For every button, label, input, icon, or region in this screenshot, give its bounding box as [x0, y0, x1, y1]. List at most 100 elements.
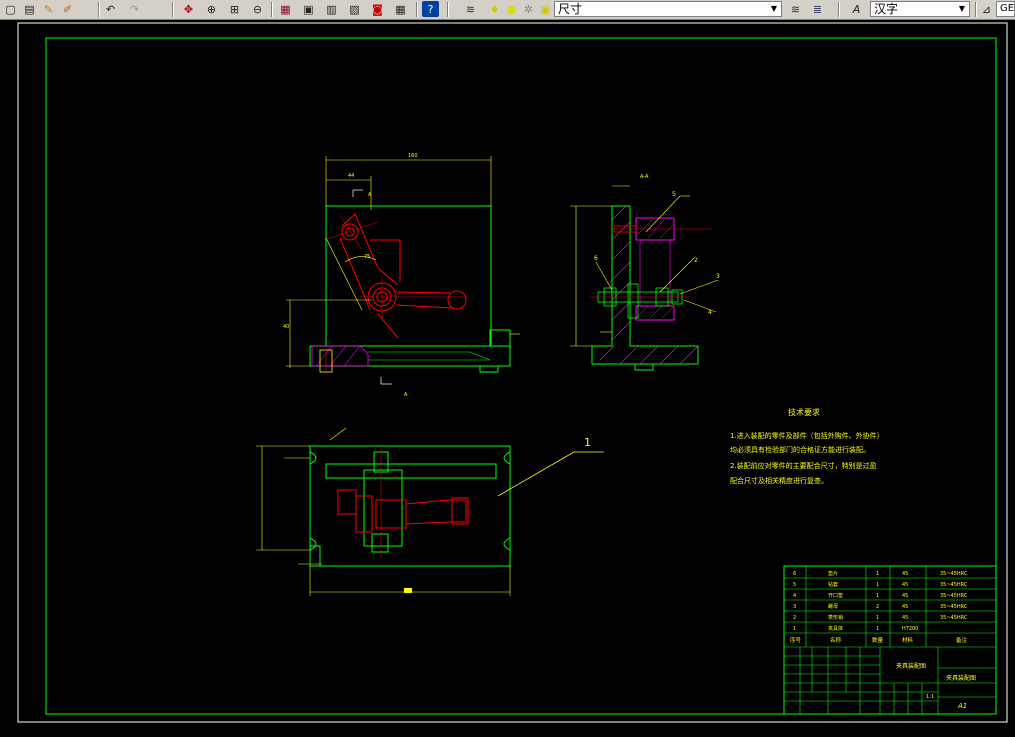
match-properties-icon[interactable]: ✐	[59, 1, 76, 17]
section-label-bottom: A	[404, 392, 408, 398]
pencil-icon[interactable]: ✎	[40, 1, 57, 17]
title-block: 6 垫片 1 45 35~45HRC 5 钻套 1 45 35~45HRC 4 开口垫 1 45 35~45…	[783, 565, 997, 715]
bom-cell-note: 35~45HRC	[940, 582, 968, 588]
part-callout-2: 2	[694, 257, 698, 264]
bom-cell-no: 2	[793, 615, 796, 621]
bom-cell-note: 35~45HRC	[940, 615, 968, 621]
tech-line-1: 1.进入装配的零件及部件（包括外购件、外协件）	[730, 431, 884, 440]
bom-cell-no: 6	[793, 571, 796, 577]
bom-cell-qty: 1	[876, 582, 879, 588]
sheet-size: A1	[957, 702, 967, 710]
bom-cell-name: 菱形销	[828, 614, 843, 621]
bom-cell-mat: HT200	[902, 626, 918, 632]
chevron-down-icon[interactable]: ▼	[768, 3, 780, 15]
dim-style-combo[interactable]: GE	[996, 1, 1015, 17]
tech-line-2: 均必须具有检验部门的合格证方能进行装配。	[730, 445, 870, 454]
dim-width-top: 160	[408, 153, 418, 159]
bom-header-note: 备注	[956, 636, 968, 644]
bom-cell-name: 垫片	[828, 570, 838, 577]
part-callout-5: 5	[672, 191, 676, 198]
drawing-title: 夹具装配图	[946, 674, 976, 682]
section-label-top: A	[368, 192, 372, 198]
layer-manager-icon[interactable]: ≋	[462, 1, 479, 17]
dim-r-left: 40	[283, 324, 289, 330]
inner-frame	[45, 37, 997, 715]
bom-cell-name: 开口垫	[828, 592, 843, 599]
markup-icon[interactable]: ◙	[369, 1, 386, 17]
bom-header-no: 序号	[790, 636, 802, 644]
layer-combo[interactable]: 尺寸 ▼	[554, 1, 782, 17]
design-center-icon[interactable]: ▣	[300, 1, 317, 17]
part-callout-3: 3	[716, 273, 720, 280]
tool-palette-icon[interactable]: ▥	[323, 1, 340, 17]
calculator-icon[interactable]: ▦	[392, 1, 409, 17]
layer-previous-icon[interactable]: ≋	[787, 1, 804, 17]
bom-cell-no: 3	[793, 604, 796, 610]
help-icon[interactable]: ?	[422, 1, 439, 17]
bom-cell-no: 4	[793, 593, 796, 599]
side-view: A-A 5 6 2 3 4	[570, 174, 720, 371]
tech-line-4: 配合尺寸及相关精度进行复查。	[730, 476, 828, 485]
bom-cell-mat: 45	[902, 615, 908, 621]
drawing-canvas[interactable]: 160 44 A 40 75 A A-A 5 6 2 3 4 1 技术要求 1.…	[0, 20, 1015, 737]
layer-state-icon[interactable]: ≣	[809, 1, 826, 17]
chevron-down-icon[interactable]: ▼	[956, 3, 968, 15]
bom-cell-mat: 45	[902, 604, 908, 610]
zoom-previous-icon[interactable]: ⊖	[249, 1, 266, 17]
bom-cell-qty: 1	[876, 593, 879, 599]
bom-cell-note: 35~45HRC	[940, 604, 968, 610]
text-style-icon[interactable]: A	[848, 1, 865, 17]
bulb-icon[interactable]: ♦	[486, 1, 503, 17]
tech-title: 技术要求	[788, 407, 820, 417]
zoom-window-icon[interactable]: ⊞	[226, 1, 243, 17]
pan-icon[interactable]: ✥	[180, 1, 197, 17]
undo-icon[interactable]: ↶	[102, 1, 119, 17]
part-callout-6: 6	[594, 255, 598, 262]
part-callout-4: 4	[708, 309, 712, 316]
bom-cell-qty: 1	[876, 615, 879, 621]
layer-combo-value: 尺寸	[558, 2, 583, 16]
lock-icon[interactable]: ▣	[537, 1, 554, 17]
bom-cell-note: 35~45HRC	[940, 571, 968, 577]
technical-requirements: 技术要求 1.进入装配的零件及部件（包括外购件、外协件） 均必须具有检验部门的合…	[730, 407, 884, 485]
bom-cell-mat: 45	[902, 593, 908, 599]
bom-cell-qty: 1	[876, 626, 879, 632]
standard-toolbar: ▢ ▤ ✎ ✐ ↶ ↷ ✥ ⊕ ⊞ ⊖ ▦ ▣ ▥ ▧ ◙ ▦ ? ≋ ♦ ● …	[0, 0, 1015, 20]
top-view: 1	[256, 427, 604, 596]
bom-cell-name: 螺母	[828, 603, 838, 610]
section-view-label: A-A	[640, 174, 649, 180]
bom-cell-qty: 1	[876, 571, 879, 577]
text-style-value: 汉字	[874, 2, 899, 16]
bom-cell-name: 钻套	[828, 581, 838, 588]
scale-marker	[404, 588, 412, 593]
drawing-name: 夹具装配图	[896, 662, 926, 670]
bom-cell-note: 35~45HRC	[940, 593, 968, 599]
bom-cell-mat: 45	[902, 571, 908, 577]
outer-frame	[17, 22, 1008, 723]
part-callout-1: 1	[584, 436, 591, 449]
bom-cell-mat: 45	[902, 582, 908, 588]
drawing-svg: 160 44 A 40 75 A A-A 5 6 2 3 4 1 技术要求 1.…	[17, 22, 1008, 723]
sheet-set-icon[interactable]: ▧	[346, 1, 363, 17]
bom-header-mat: 材料	[902, 636, 914, 644]
zoom-realtime-icon[interactable]: ⊕	[203, 1, 220, 17]
text-style-combo[interactable]: 汉字 ▼	[870, 1, 970, 17]
bom-header-qty: 数量	[872, 636, 884, 644]
dim-style-value: GE	[1000, 3, 1015, 14]
bom-cell-no: 5	[793, 582, 796, 588]
dim-width-left: 44	[348, 173, 354, 179]
bom-cell-no: 1	[793, 626, 796, 632]
properties-icon[interactable]: ▦	[277, 1, 294, 17]
open-icon[interactable]: ▤	[21, 1, 38, 17]
redo-icon[interactable]: ↷	[126, 1, 143, 17]
bom-cell-name: 夹具体	[828, 625, 843, 632]
bom-header-name: 名称	[830, 636, 842, 644]
dim-style-icon[interactable]: ⊿	[978, 1, 995, 17]
tech-line-3: 2.装配前应对零件的主要配合尺寸，特别是过盈	[730, 461, 877, 470]
scale-value: 1:1	[926, 694, 934, 700]
front-view: 160 44 A 40 75 A	[283, 153, 520, 398]
sun-icon[interactable]: ●	[503, 1, 520, 17]
new-icon[interactable]: ▢	[2, 1, 19, 17]
freeze-icon[interactable]: ✲	[520, 1, 537, 17]
bom-cell-qty: 2	[876, 604, 879, 610]
